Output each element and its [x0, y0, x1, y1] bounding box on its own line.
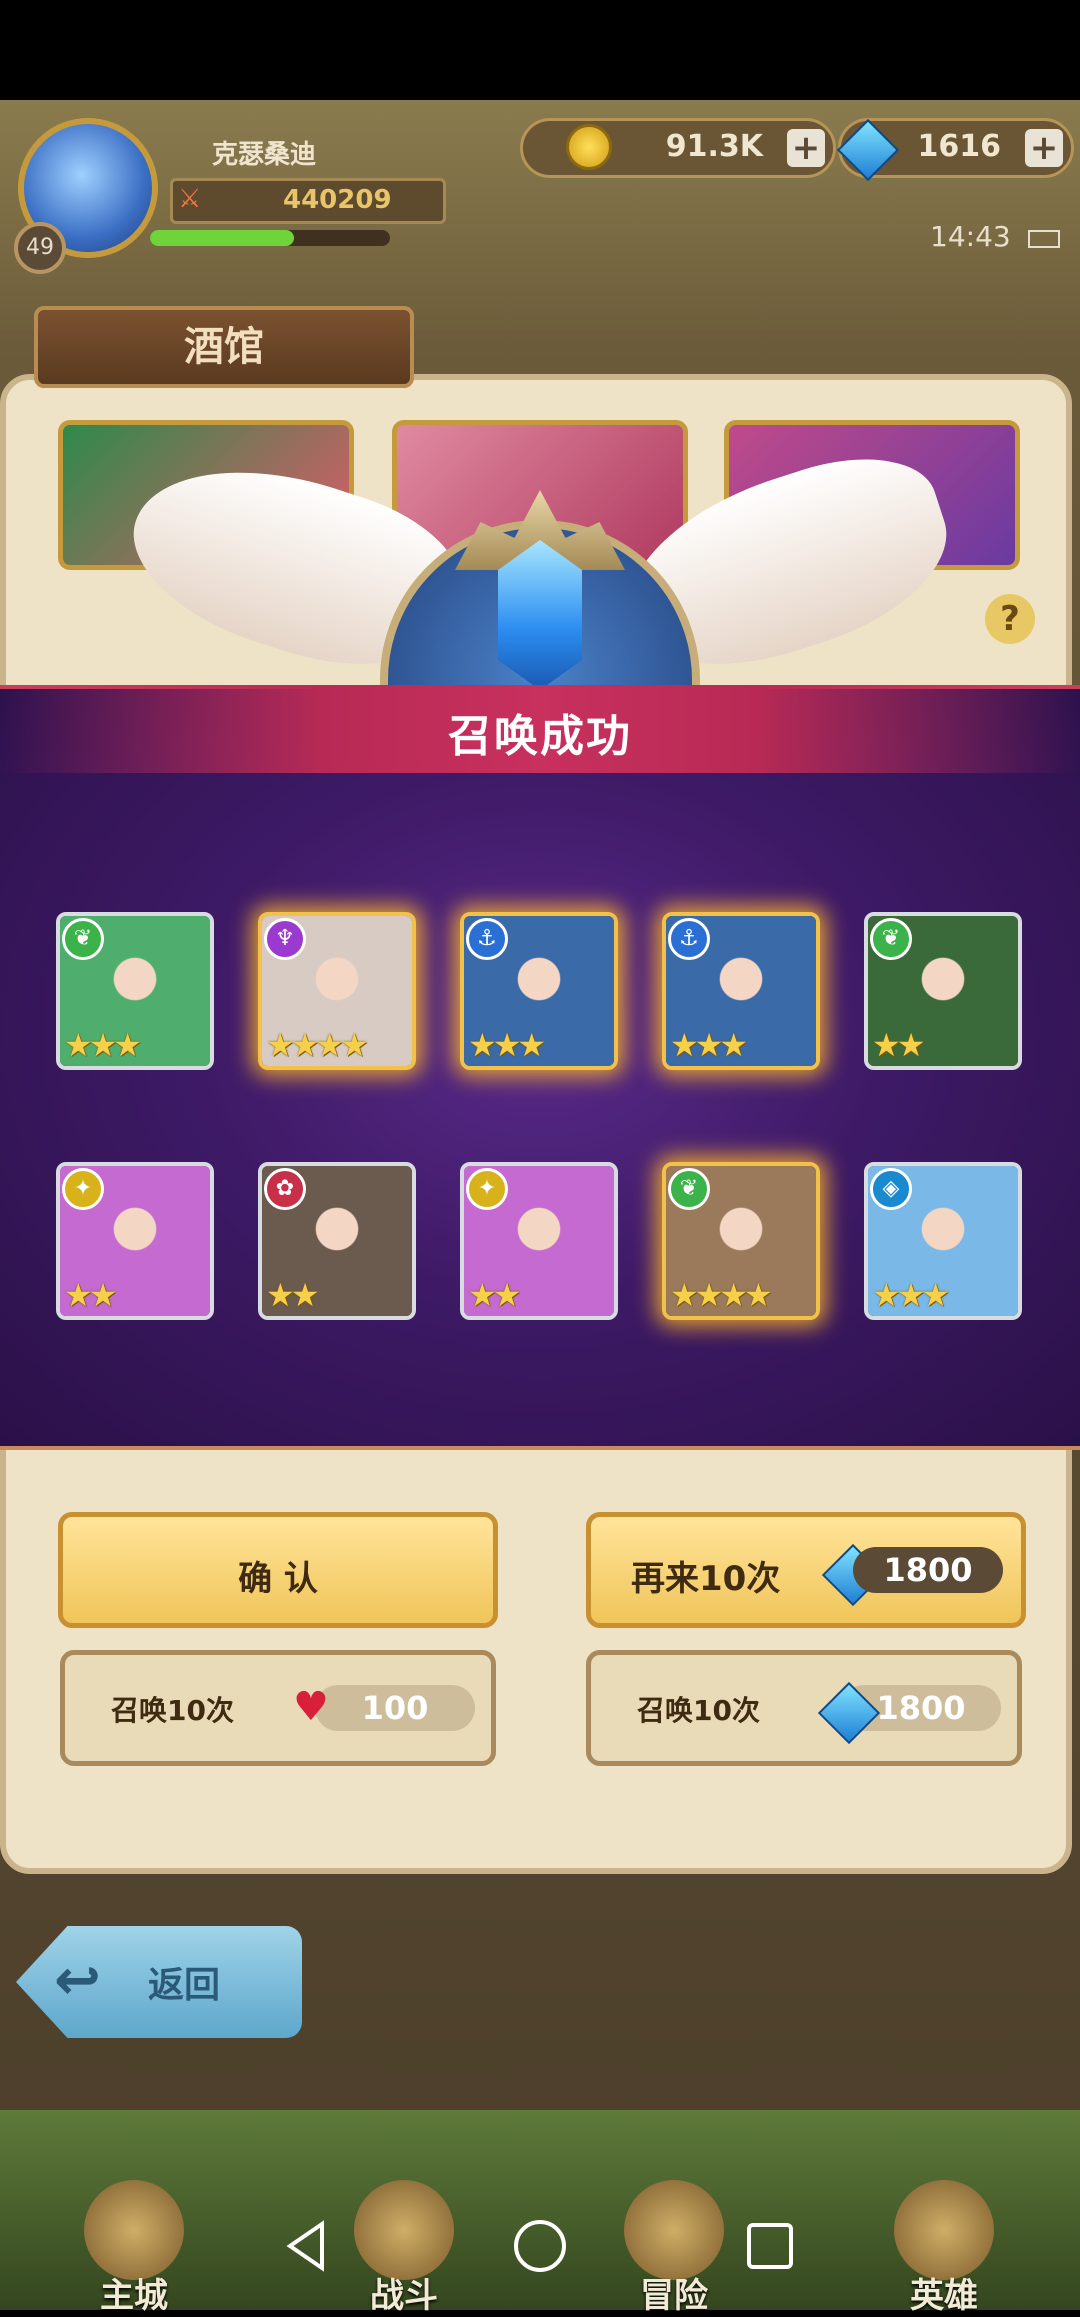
heart-icon: ♥: [293, 1684, 329, 1730]
summon-10-gems-slot[interactable]: 召唤10次 1800: [586, 1650, 1022, 1766]
summon-10-hearts-slot[interactable]: 召唤10次 100 ♥: [60, 1650, 496, 1766]
star-rating: ★★★: [468, 1026, 546, 1064]
summon-again-button[interactable]: 再来10次 1800: [586, 1512, 1026, 1628]
faction-emblem-icon: ❦: [668, 1168, 710, 1210]
tavern-title: 酒馆: [34, 306, 414, 388]
clock: 14:43: [930, 220, 1011, 253]
castle-icon: [84, 2180, 184, 2280]
xp-bar: [150, 230, 390, 246]
hero-card[interactable]: ✦ ★★: [56, 1162, 214, 1320]
star-rating: ★★: [872, 1026, 925, 1064]
star-rating: ★★: [468, 1276, 521, 1314]
blue-crystal-icon: [498, 540, 582, 690]
crossed-swords-icon: ⚔: [178, 184, 202, 214]
faction-emblem-icon: ❦: [870, 918, 912, 960]
gold-value: 91.3K: [665, 129, 763, 164]
summon-10-heart-cost: 100: [315, 1685, 475, 1731]
back-button-label: 返回: [148, 1965, 221, 2006]
faction-emblem-icon: ⚓: [668, 918, 710, 960]
player-level-badge: 49: [14, 222, 66, 274]
system-recents-icon[interactable]: [746, 2222, 794, 2270]
summon-10-label: 召唤10次: [637, 1694, 760, 1727]
tab-battle[interactable]: 战斗: [294, 2180, 514, 2316]
summon-again-label: 再来10次: [631, 1559, 781, 1599]
confirm-button-label: 确 认: [238, 1559, 318, 1599]
star-rating: ★★★: [64, 1026, 142, 1064]
star-rating: ★★: [64, 1276, 117, 1314]
adventure-icon: [624, 2180, 724, 2280]
hero-card[interactable]: ❦ ★★: [864, 912, 1022, 1070]
hero-icon: [894, 2180, 994, 2280]
confirm-button[interactable]: 确 认: [58, 1512, 498, 1628]
faction-emblem-icon: ♆: [264, 918, 306, 960]
star-rating: ★★★★: [266, 1026, 369, 1064]
add-gems-button[interactable]: +: [1025, 129, 1063, 167]
dialog-title: 召唤成功: [448, 711, 632, 762]
star-rating: ★★★: [670, 1026, 748, 1064]
star-rating: ★★: [266, 1276, 319, 1314]
xp-bar-fill: [150, 230, 294, 246]
hero-card[interactable]: ❦ ★★★★: [662, 1162, 820, 1320]
summon-10-label: 召唤10次: [111, 1694, 234, 1727]
faction-emblem-icon: ✦: [466, 1168, 508, 1210]
hero-card[interactable]: ⚓ ★★★: [662, 912, 820, 1070]
hero-card[interactable]: ⚓ ★★★: [460, 912, 618, 1070]
battery-icon: [1028, 230, 1060, 248]
hero-card[interactable]: ✿ ★★: [258, 1162, 416, 1320]
summon-again-cost: 1800: [853, 1547, 1003, 1593]
swords-icon: [354, 2180, 454, 2280]
faction-emblem-icon: ✿: [264, 1168, 306, 1210]
faction-emblem-icon: ❦: [62, 918, 104, 960]
hero-card[interactable]: ❦ ★★★: [56, 912, 214, 1070]
faction-emblem-icon: ⚓: [466, 918, 508, 960]
hero-card[interactable]: ✦ ★★: [460, 1162, 618, 1320]
tab-main-city[interactable]: 主城: [24, 2180, 244, 2316]
return-arrow-icon: ↩: [54, 1948, 101, 2013]
star-rating: ★★★★: [670, 1276, 773, 1314]
hero-card[interactable]: ♆ ★★★★: [258, 912, 416, 1070]
star-rating: ★★★: [872, 1276, 950, 1314]
add-gold-button[interactable]: +: [787, 129, 825, 167]
gem-value: 1616: [917, 129, 1002, 164]
combat-power-value: 440209: [283, 185, 392, 215]
faction-emblem-icon: ◈: [870, 1168, 912, 1210]
help-button[interactable]: ?: [985, 594, 1035, 644]
tab-heroes[interactable]: 英雄: [834, 2180, 1054, 2316]
hero-card[interactable]: ◈ ★★★: [864, 1162, 1022, 1320]
system-home-icon[interactable]: [512, 2218, 568, 2274]
player-name: 克瑟桑迪: [212, 140, 317, 170]
gold-coin-icon: [566, 124, 612, 170]
system-back-icon[interactable]: [286, 2220, 326, 2272]
faction-emblem-icon: ✦: [62, 1168, 104, 1210]
